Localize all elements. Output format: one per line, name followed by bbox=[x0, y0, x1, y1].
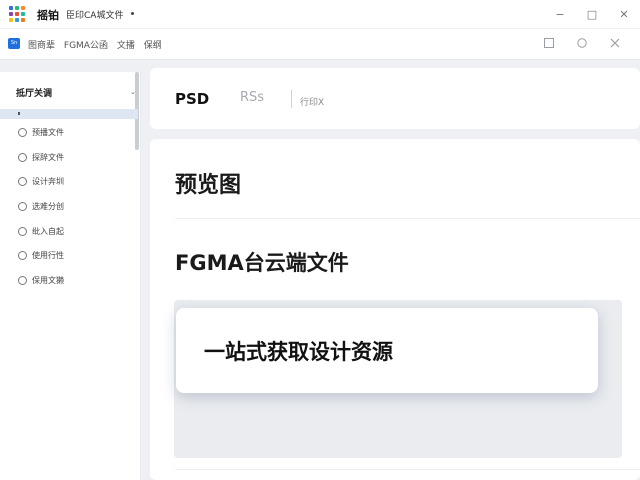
breadcrumb-item[interactable]: 图商辈 bbox=[28, 41, 55, 51]
unsaved-dot-icon bbox=[131, 12, 134, 15]
tab-divider bbox=[291, 90, 292, 108]
section-divider bbox=[175, 218, 640, 219]
target-icon bbox=[18, 153, 27, 162]
preview-heading: 预览图 bbox=[175, 173, 242, 198]
gear-icon bbox=[18, 177, 27, 186]
title-bar: 摇铂 臣印CA城文件 − □ ✕ bbox=[0, 0, 640, 28]
sidebar-item[interactable]: 保用文獭 bbox=[18, 275, 64, 286]
shield-icon bbox=[18, 276, 27, 285]
sidebar-item-label: 探辞文件 bbox=[32, 153, 64, 162]
sidebar-item[interactable]: 预播文件 bbox=[18, 127, 64, 138]
chevron-down-icon[interactable]: ⌄ bbox=[130, 88, 136, 96]
address-bar: Sn 图商辈 FGMA公函 文播 保纲 bbox=[0, 28, 640, 60]
globe-icon bbox=[18, 202, 27, 211]
window-controls: − □ ✕ bbox=[544, 0, 640, 28]
section-divider bbox=[175, 469, 640, 470]
close-button[interactable]: ✕ bbox=[608, 0, 640, 28]
link-icon bbox=[18, 128, 27, 137]
breadcrumb: 图商辈 FGMA公函 文播 保纲 bbox=[28, 38, 168, 51]
sidebar-item[interactable]: 选难分创 bbox=[18, 201, 64, 212]
circle-icon[interactable] bbox=[576, 37, 587, 48]
sidebar-item-label: 选难分创 bbox=[32, 202, 64, 211]
sidebar-selected-row[interactable] bbox=[0, 109, 138, 119]
sidebar-item-label: 保用文獭 bbox=[32, 276, 64, 285]
tab-psd[interactable]: PSD bbox=[175, 90, 209, 108]
app-logo-icon bbox=[9, 6, 25, 22]
app-name: 摇铂 bbox=[37, 9, 59, 22]
user-icon bbox=[18, 251, 27, 260]
sidebar-header[interactable]: 抵厅关调 bbox=[16, 86, 52, 99]
maximize-button[interactable]: □ bbox=[576, 0, 608, 28]
document-title: 臣印CA城文件 bbox=[66, 11, 124, 21]
sidebar-item[interactable]: 探辞文件 bbox=[18, 152, 64, 163]
tab-third[interactable]: 行印X bbox=[300, 95, 324, 108]
sidebar-item[interactable]: 设计奔圳 bbox=[18, 176, 64, 187]
minimize-button[interactable]: − bbox=[544, 0, 576, 28]
breadcrumb-item[interactable]: 保纲 bbox=[144, 41, 162, 51]
sidebar-item[interactable]: 纰入自起 bbox=[18, 226, 64, 237]
figma-heading: FGMA台云端文件 bbox=[175, 251, 349, 275]
sidebar-item-label: 使用行性 bbox=[32, 251, 64, 260]
sidebar-item-label: 预播文件 bbox=[32, 128, 64, 137]
square-icon[interactable] bbox=[543, 37, 554, 48]
close-icon[interactable] bbox=[609, 37, 620, 48]
format-tabs-card: PSD RSs 行印X bbox=[150, 68, 640, 129]
sidebar-item[interactable]: 使用行性 bbox=[18, 250, 64, 261]
feature-card[interactable]: 一站式获取设计资源 bbox=[176, 308, 598, 393]
refresh-icon bbox=[18, 227, 27, 236]
feature-text: 一站式获取设计资源 bbox=[204, 340, 393, 364]
address-bar-actions bbox=[543, 37, 620, 48]
sidebar: 抵厅关调 ⌄ 预播文件 探辞文件 设计奔圳 选难分创 纰入自起 使用行性 保用文… bbox=[0, 72, 141, 480]
breadcrumb-item[interactable]: FGMA公函 bbox=[64, 41, 108, 51]
tab-rss[interactable]: RSs bbox=[240, 90, 264, 105]
sidebar-item-label: 设计奔圳 bbox=[32, 177, 64, 186]
sidebar-item-label: 纰入自起 bbox=[32, 227, 64, 236]
main-content-card: 预览图 FGMA台云端文件 一站式获取设计资源 bbox=[150, 139, 640, 480]
selection-marker bbox=[18, 112, 20, 115]
site-favicon-icon: Sn bbox=[8, 38, 20, 49]
breadcrumb-item[interactable]: 文播 bbox=[117, 41, 135, 51]
